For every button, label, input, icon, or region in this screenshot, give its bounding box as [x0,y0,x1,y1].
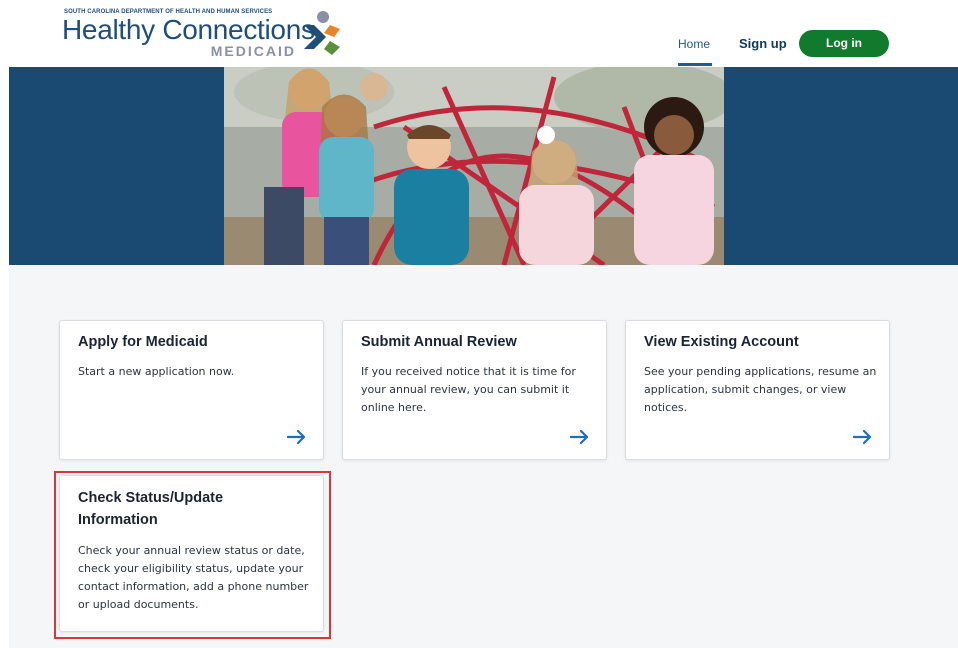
card-description: See your pending applications, resume an… [644,363,884,417]
card-title-line: Check Status/Update [78,490,224,506]
arrow-right-icon[interactable] [570,429,590,445]
card-description-line: contact information, add a phone number [78,580,309,593]
card-description-line: online here. [361,401,427,414]
submit-annual-review-card[interactable]: Submit Annual Review If you received not… [342,320,607,460]
card-description-line: check your eligibility status, update yo… [78,562,304,575]
card-description-line: notices. [644,401,688,414]
site-header: SOUTH CAROLINA DEPARTMENT OF HEALTH AND … [0,0,958,67]
hero-photo-illustration [224,67,724,265]
card-description-line: or upload documents. [78,598,199,611]
nav-home-link[interactable]: Home [678,37,710,51]
view-existing-account-card[interactable]: View Existing Account See your pending a… [625,320,890,460]
card-description-line: Check your annual review status or date, [78,544,305,557]
arrow-right-icon[interactable] [853,429,873,445]
card-title: Check Status/Update Information [78,487,223,531]
card-description: If you received notice that it is time f… [361,363,601,417]
children-on-playground-photo [224,67,724,265]
card-title: View Existing Account [644,334,799,350]
card-description-line: your annual review, you can submit it [361,383,570,396]
card-description-line: application, submit changes, or view [644,383,847,396]
login-button[interactable]: Log in [799,30,889,57]
card-title: Apply for Medicaid [78,334,208,350]
nav-signup-link[interactable]: Sign up [739,36,787,51]
logo-mark-icon [304,11,340,55]
check-status-update-information-card[interactable]: Check Status/Update Information Check yo… [59,475,324,632]
options-section: Apply for Medicaid Start a new applicati… [9,265,958,648]
card-title-line: Information [78,512,158,528]
hero-banner [9,67,958,265]
page: SOUTH CAROLINA DEPARTMENT OF HEALTH AND … [0,0,958,648]
apply-for-medicaid-card[interactable]: Apply for Medicaid Start a new applicati… [59,320,324,460]
healthy-connections-logo[interactable]: SOUTH CAROLINA DEPARTMENT OF HEALTH AND … [62,7,352,63]
card-description-line: Start a new application now. [78,365,235,378]
card-title: Submit Annual Review [361,334,517,350]
card-description: Check your annual review status or date,… [78,542,318,614]
logo-medicaid-text: MEDICAID [210,43,296,59]
arrow-right-icon[interactable] [287,429,307,445]
card-description-line: If you received notice that it is time f… [361,365,576,378]
card-description: Start a new application now. [78,363,313,381]
card-description-line: See your pending applications, resume an [644,365,877,378]
logo-name-text: Healthy Connections [62,14,315,45]
nav-home-active-indicator [678,63,712,66]
